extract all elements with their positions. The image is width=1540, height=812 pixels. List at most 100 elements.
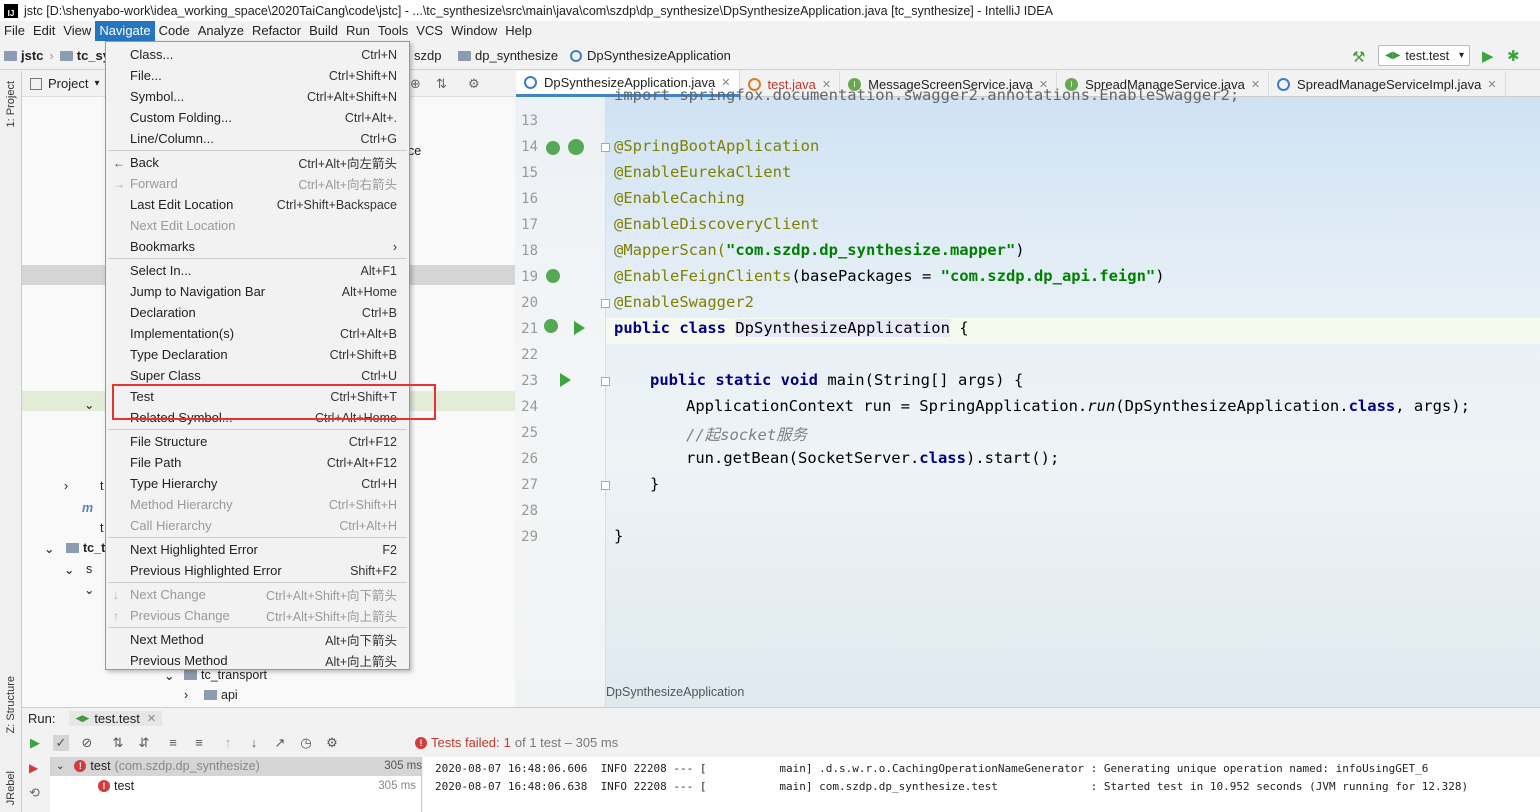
menu-view[interactable]: View (59, 21, 95, 41)
show-ignored-icon[interactable]: ⊘ (79, 735, 95, 751)
project-tool-button[interactable]: 1: Project (5, 81, 17, 127)
menu-analyze[interactable]: Analyze (194, 21, 248, 41)
breadcrumb-class[interactable]: DpSynthesizeApplication (566, 48, 735, 63)
menu-item-declaration[interactable]: Declaration Ctrl+B (106, 302, 409, 323)
jrebel-tool-button[interactable]: JRebel (5, 771, 17, 805)
chevron-down-icon[interactable]: ⌄ (44, 538, 54, 558)
chevron-right-icon[interactable]: › (184, 685, 188, 705)
menu-refactor[interactable]: Refactor (248, 21, 305, 41)
menu-item-file[interactable]: File... Ctrl+Shift+N (106, 65, 409, 86)
menu-item-call-hierarchy[interactable]: Call Hierarchy Ctrl+Alt+H (106, 515, 409, 536)
menu-item-next-edit-location[interactable]: Next Edit Location (106, 215, 409, 236)
run-gutter-icon[interactable] (574, 321, 585, 335)
debug-icon[interactable]: ✱ (1507, 47, 1520, 65)
chevron-down-icon[interactable]: ▾ (94, 78, 99, 89)
menu-item-previous-highlighted-error[interactable]: Previous Highlighted Error Shift+F2 (106, 560, 409, 581)
tab-spreadmanageserviceimpl[interactable]: SpreadManageServiceImpl.java ✕ (1269, 71, 1506, 97)
menu-code[interactable]: Code (155, 21, 194, 41)
run-icon[interactable]: ▶ (1482, 47, 1494, 65)
test-tree-item[interactable]: ! test 305 ms (98, 779, 416, 793)
next-failed-icon[interactable]: ↓ (246, 735, 262, 751)
chevron-down-icon[interactable]: ⌄ (84, 579, 94, 599)
export-icon[interactable]: ↗ (272, 735, 288, 751)
menu-item-previous-change[interactable]: ↑ Previous Change Ctrl+Alt+Shift+向上箭头 (106, 605, 409, 626)
fold-icon[interactable] (601, 481, 610, 490)
menu-navigate[interactable]: Navigate (95, 21, 155, 41)
menu-item-last-edit-location[interactable]: Last Edit Location Ctrl+Shift+Backspace (106, 194, 409, 215)
gear-icon[interactable]: ⚙ (468, 76, 480, 92)
bean-icon[interactable] (546, 269, 560, 283)
run-config-select[interactable]: ◀▶ test.test ▾ (1378, 45, 1470, 66)
bean-icon[interactable] (544, 319, 558, 333)
menu-item-back[interactable]: ← Back Ctrl+Alt+向左箭头 (106, 152, 409, 173)
menu-vcs[interactable]: VCS (412, 21, 447, 41)
close-icon[interactable]: ✕ (1251, 78, 1260, 91)
spring-icon[interactable] (568, 139, 584, 155)
menu-run[interactable]: Run (342, 21, 374, 41)
breadcrumb-jstc[interactable]: jstc (0, 48, 47, 63)
show-passed-icon[interactable]: ✓ (53, 734, 69, 751)
console-output[interactable]: 2020-08-07 16:48:06.606 INFO 22208 --- [… (423, 757, 1540, 812)
close-icon[interactable]: ✕ (1487, 78, 1496, 91)
menu-item-select-in[interactable]: Select In... Alt+F1 (106, 260, 409, 281)
chevron-down-icon[interactable]: ⌄ (84, 394, 94, 414)
menu-item-file-structure[interactable]: File Structure Ctrl+F12 (106, 431, 409, 452)
menu-item-method-hierarchy[interactable]: Method Hierarchy Ctrl+Shift+H (106, 494, 409, 515)
sort-duration-icon[interactable]: ⇵ (136, 735, 152, 751)
menu-file[interactable]: File (0, 21, 29, 41)
sort-alpha-icon[interactable]: ⇅ (110, 735, 126, 751)
menu-item-custom-folding[interactable]: Custom Folding... Ctrl+Alt+. (106, 107, 409, 128)
chevron-down-icon[interactable]: ⌄ (56, 761, 64, 772)
gear-icon[interactable]: ⚙ (324, 735, 340, 751)
test-tree-root[interactable]: ⌄ ! test (com.szdp.dp_synthesize) 305 ms (56, 759, 422, 773)
run-gutter-icon[interactable] (560, 373, 571, 387)
history-icon[interactable]: ◷ (298, 735, 314, 751)
failed-badge-icon[interactable]: ▶ (29, 761, 38, 775)
menu-item-next-highlighted-error[interactable]: Next Highlighted Error F2 (106, 539, 409, 560)
menu-edit[interactable]: Edit (29, 21, 59, 41)
fold-icon[interactable] (601, 299, 610, 308)
menu-item-jump-to-navigation-bar[interactable]: Jump to Navigation Bar Alt+Home (106, 281, 409, 302)
locate-icon[interactable]: ⊕ (410, 76, 421, 92)
tree-item[interactable]: m (82, 498, 93, 518)
run-tab-test[interactable]: ◀▶ test.test ✕ (69, 710, 163, 726)
bean-icon[interactable] (546, 141, 560, 155)
previous-failed-icon[interactable]: ↑ (220, 735, 236, 751)
menu-item-next-method[interactable]: Next Method Alt+向下箭头 (106, 629, 409, 650)
menu-tools[interactable]: Tools (374, 21, 412, 41)
tree-item[interactable]: t (100, 476, 103, 496)
menu-item-implementations[interactable]: Implementation(s) Ctrl+Alt+B (106, 323, 409, 344)
tree-item[interactable]: s (86, 559, 92, 579)
expand-all-icon[interactable]: ≡ (165, 735, 181, 751)
menu-item-super-class[interactable]: Super Class Ctrl+U (106, 365, 409, 386)
collapse-all-icon[interactable]: ≡ (191, 735, 207, 751)
menu-item-file-path[interactable]: File Path Ctrl+Alt+F12 (106, 452, 409, 473)
menu-item-symbol[interactable]: Symbol... Ctrl+Alt+Shift+N (106, 86, 409, 107)
tree-item[interactable]: t (100, 518, 103, 538)
menu-item-line-column[interactable]: Line/Column... Ctrl+G (106, 128, 409, 149)
tree-item-api[interactable]: api (204, 685, 238, 705)
collapse-icon[interactable]: ⇅ (436, 76, 447, 92)
menu-window[interactable]: Window (447, 21, 501, 41)
fold-icon[interactable] (601, 377, 610, 386)
editor-breadcrumb-footer[interactable]: DpSynthesizeApplication (606, 685, 744, 699)
code-editor[interactable]: import springfox.documentation.swagger2.… (516, 86, 1540, 707)
menu-item-type-hierarchy[interactable]: Type Hierarchy Ctrl+H (106, 473, 409, 494)
menu-item-forward[interactable]: → Forward Ctrl+Alt+向右箭头 (106, 173, 409, 194)
breadcrumb-szdp[interactable]: szdp (410, 48, 445, 63)
menu-item-next-change[interactable]: ↓ Next Change Ctrl+Alt+Shift+向下箭头 (106, 584, 409, 605)
menu-help[interactable]: Help (501, 21, 536, 41)
fold-icon[interactable] (601, 143, 610, 152)
close-icon[interactable]: ✕ (147, 712, 156, 725)
project-panel-title[interactable]: Project (48, 76, 88, 91)
menu-build[interactable]: Build (305, 21, 342, 41)
chevron-down-icon[interactable]: ⌄ (64, 559, 74, 579)
tree-item-module[interactable]: tc_tr (66, 538, 110, 558)
restore-icon[interactable]: ⟲ (29, 785, 40, 801)
menu-item-previous-method[interactable]: Previous Method Alt+向上箭头 (106, 650, 409, 671)
build-hammer-icon[interactable]: ⚒ (1352, 48, 1365, 66)
menu-item-bookmarks[interactable]: Bookmarks › (106, 236, 409, 257)
structure-tool-button[interactable]: Z: Structure (5, 676, 17, 733)
menu-item-class[interactable]: Class... Ctrl+N (106, 44, 409, 65)
breadcrumb-dp-synthesize[interactable]: dp_synthesize (454, 48, 562, 63)
